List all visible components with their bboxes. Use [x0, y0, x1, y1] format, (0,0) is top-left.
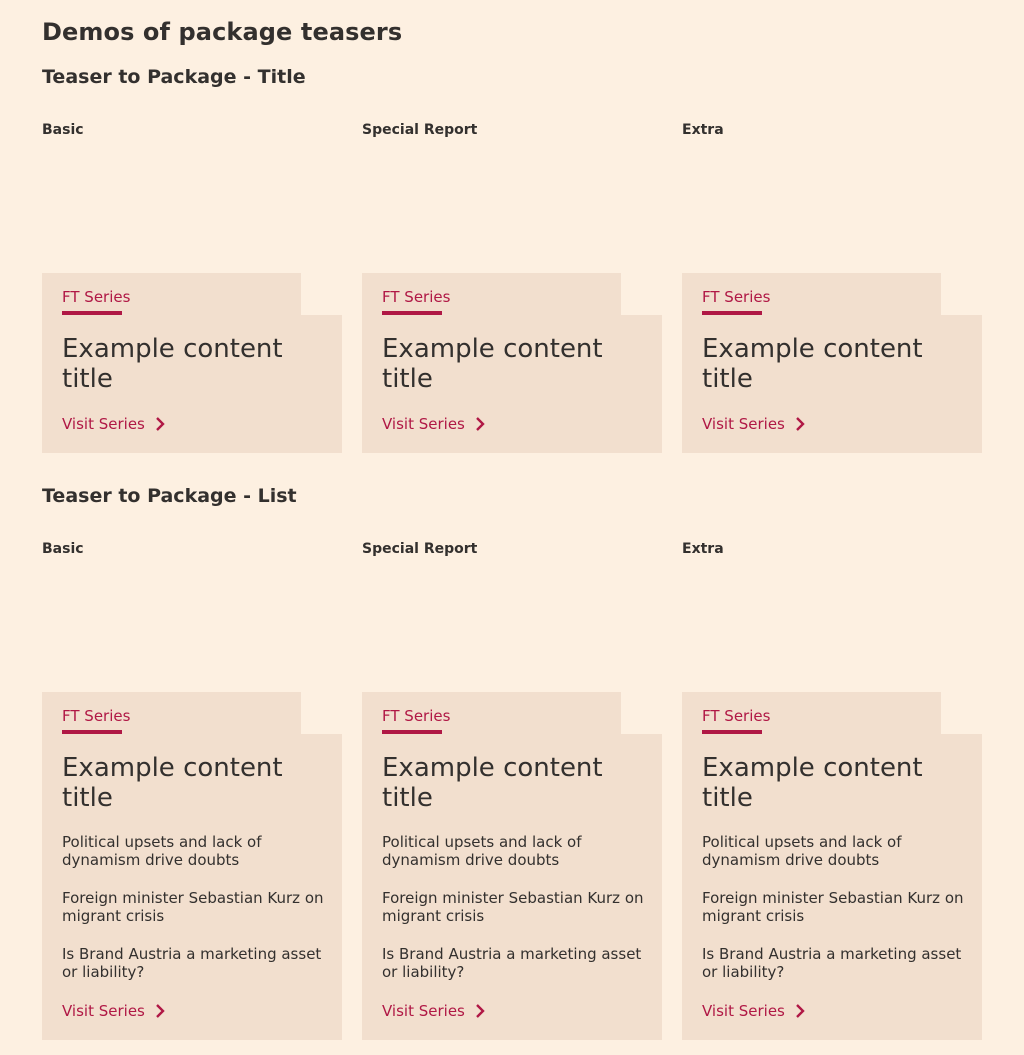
visit-series-label: Visit Series	[62, 415, 145, 433]
visit-series-label: Visit Series	[62, 1002, 145, 1020]
tag-underline	[62, 311, 122, 315]
tag-underline	[702, 311, 762, 315]
list-item: Foreign minister Sebastian Kurz on migra…	[702, 889, 972, 925]
list-item: Is Brand Austria a marketing asset or li…	[702, 945, 972, 981]
tag-underline	[382, 311, 442, 315]
column-label-special-report: Special Report	[362, 541, 478, 557]
visit-series-link[interactable]: Visit Series	[62, 414, 165, 434]
article-link[interactable]: Foreign minister Sebastian Kurz on migra…	[62, 889, 332, 925]
visit-series-label: Visit Series	[382, 1002, 465, 1020]
list-item: Political upsets and lack of dynamism dr…	[702, 833, 972, 869]
list-item: Foreign minister Sebastian Kurz on migra…	[382, 889, 652, 925]
visit-series-link[interactable]: Visit Series	[382, 1001, 485, 1021]
article-link[interactable]: Political upsets and lack of dynamism dr…	[382, 833, 652, 869]
list-item: Is Brand Austria a marketing asset or li…	[62, 945, 332, 981]
teaser-list-card-basic: FT Series Example content title Politica…	[42, 692, 342, 1040]
series-tag-link[interactable]: FT Series	[382, 706, 450, 726]
teaser-title[interactable]: Example content title	[382, 753, 647, 813]
teaser-title[interactable]: Example content title	[382, 334, 647, 394]
article-list: Political upsets and lack of dynamism dr…	[382, 833, 652, 1001]
chevron-right-icon	[476, 417, 485, 431]
chevron-right-icon	[476, 1004, 485, 1018]
column-label-special-report: Special Report	[362, 122, 478, 138]
visit-series-link[interactable]: Visit Series	[702, 1001, 805, 1021]
column-label-basic: Basic	[42, 122, 84, 138]
list-item: Political upsets and lack of dynamism dr…	[382, 833, 652, 869]
tag-underline	[382, 730, 442, 734]
column-label-extra: Extra	[682, 541, 724, 557]
chevron-right-icon	[156, 1004, 165, 1018]
teaser-card-extra: FT Series Example content title Visit Se…	[682, 273, 982, 453]
section-heading-list: Teaser to Package - List	[42, 485, 297, 507]
article-link[interactable]: Foreign minister Sebastian Kurz on migra…	[382, 889, 652, 925]
column-label-basic: Basic	[42, 541, 84, 557]
section-heading-title: Teaser to Package - Title	[42, 66, 306, 88]
article-link[interactable]: Foreign minister Sebastian Kurz on migra…	[702, 889, 972, 925]
visit-series-link[interactable]: Visit Series	[62, 1001, 165, 1021]
page: Demos of package teasers Teaser to Packa…	[0, 0, 1024, 1055]
chevron-right-icon	[796, 1004, 805, 1018]
visit-series-label: Visit Series	[702, 415, 785, 433]
list-item: Is Brand Austria a marketing asset or li…	[382, 945, 652, 981]
series-tag-link[interactable]: FT Series	[62, 706, 130, 726]
teaser-card-basic: FT Series Example content title Visit Se…	[42, 273, 342, 453]
list-item: Political upsets and lack of dynamism dr…	[62, 833, 332, 869]
series-tag-link[interactable]: FT Series	[62, 287, 130, 307]
column-label-extra: Extra	[682, 122, 724, 138]
teaser-title[interactable]: Example content title	[62, 753, 327, 813]
teaser-list-card-extra: FT Series Example content title Politica…	[682, 692, 982, 1040]
series-tag-link[interactable]: FT Series	[702, 287, 770, 307]
series-tag-link[interactable]: FT Series	[382, 287, 450, 307]
visit-series-label: Visit Series	[702, 1002, 785, 1020]
page-title: Demos of package teasers	[42, 18, 403, 46]
teaser-title[interactable]: Example content title	[702, 753, 967, 813]
article-list: Political upsets and lack of dynamism dr…	[702, 833, 972, 1001]
visit-series-link[interactable]: Visit Series	[382, 414, 485, 434]
article-link[interactable]: Political upsets and lack of dynamism dr…	[702, 833, 972, 869]
visit-series-label: Visit Series	[382, 415, 465, 433]
chevron-right-icon	[796, 417, 805, 431]
chevron-right-icon	[156, 417, 165, 431]
list-item: Foreign minister Sebastian Kurz on migra…	[62, 889, 332, 925]
article-link[interactable]: Is Brand Austria a marketing asset or li…	[62, 945, 332, 981]
teaser-card-special-report: FT Series Example content title Visit Se…	[362, 273, 662, 453]
visit-series-link[interactable]: Visit Series	[702, 414, 805, 434]
teaser-list-card-special-report: FT Series Example content title Politica…	[362, 692, 662, 1040]
tag-underline	[62, 730, 122, 734]
article-list: Political upsets and lack of dynamism dr…	[62, 833, 332, 1001]
article-link[interactable]: Is Brand Austria a marketing asset or li…	[702, 945, 972, 981]
series-tag-link[interactable]: FT Series	[702, 706, 770, 726]
article-link[interactable]: Political upsets and lack of dynamism dr…	[62, 833, 332, 869]
tag-underline	[702, 730, 762, 734]
article-link[interactable]: Is Brand Austria a marketing asset or li…	[382, 945, 652, 981]
teaser-title[interactable]: Example content title	[702, 334, 967, 394]
teaser-title[interactable]: Example content title	[62, 334, 327, 394]
